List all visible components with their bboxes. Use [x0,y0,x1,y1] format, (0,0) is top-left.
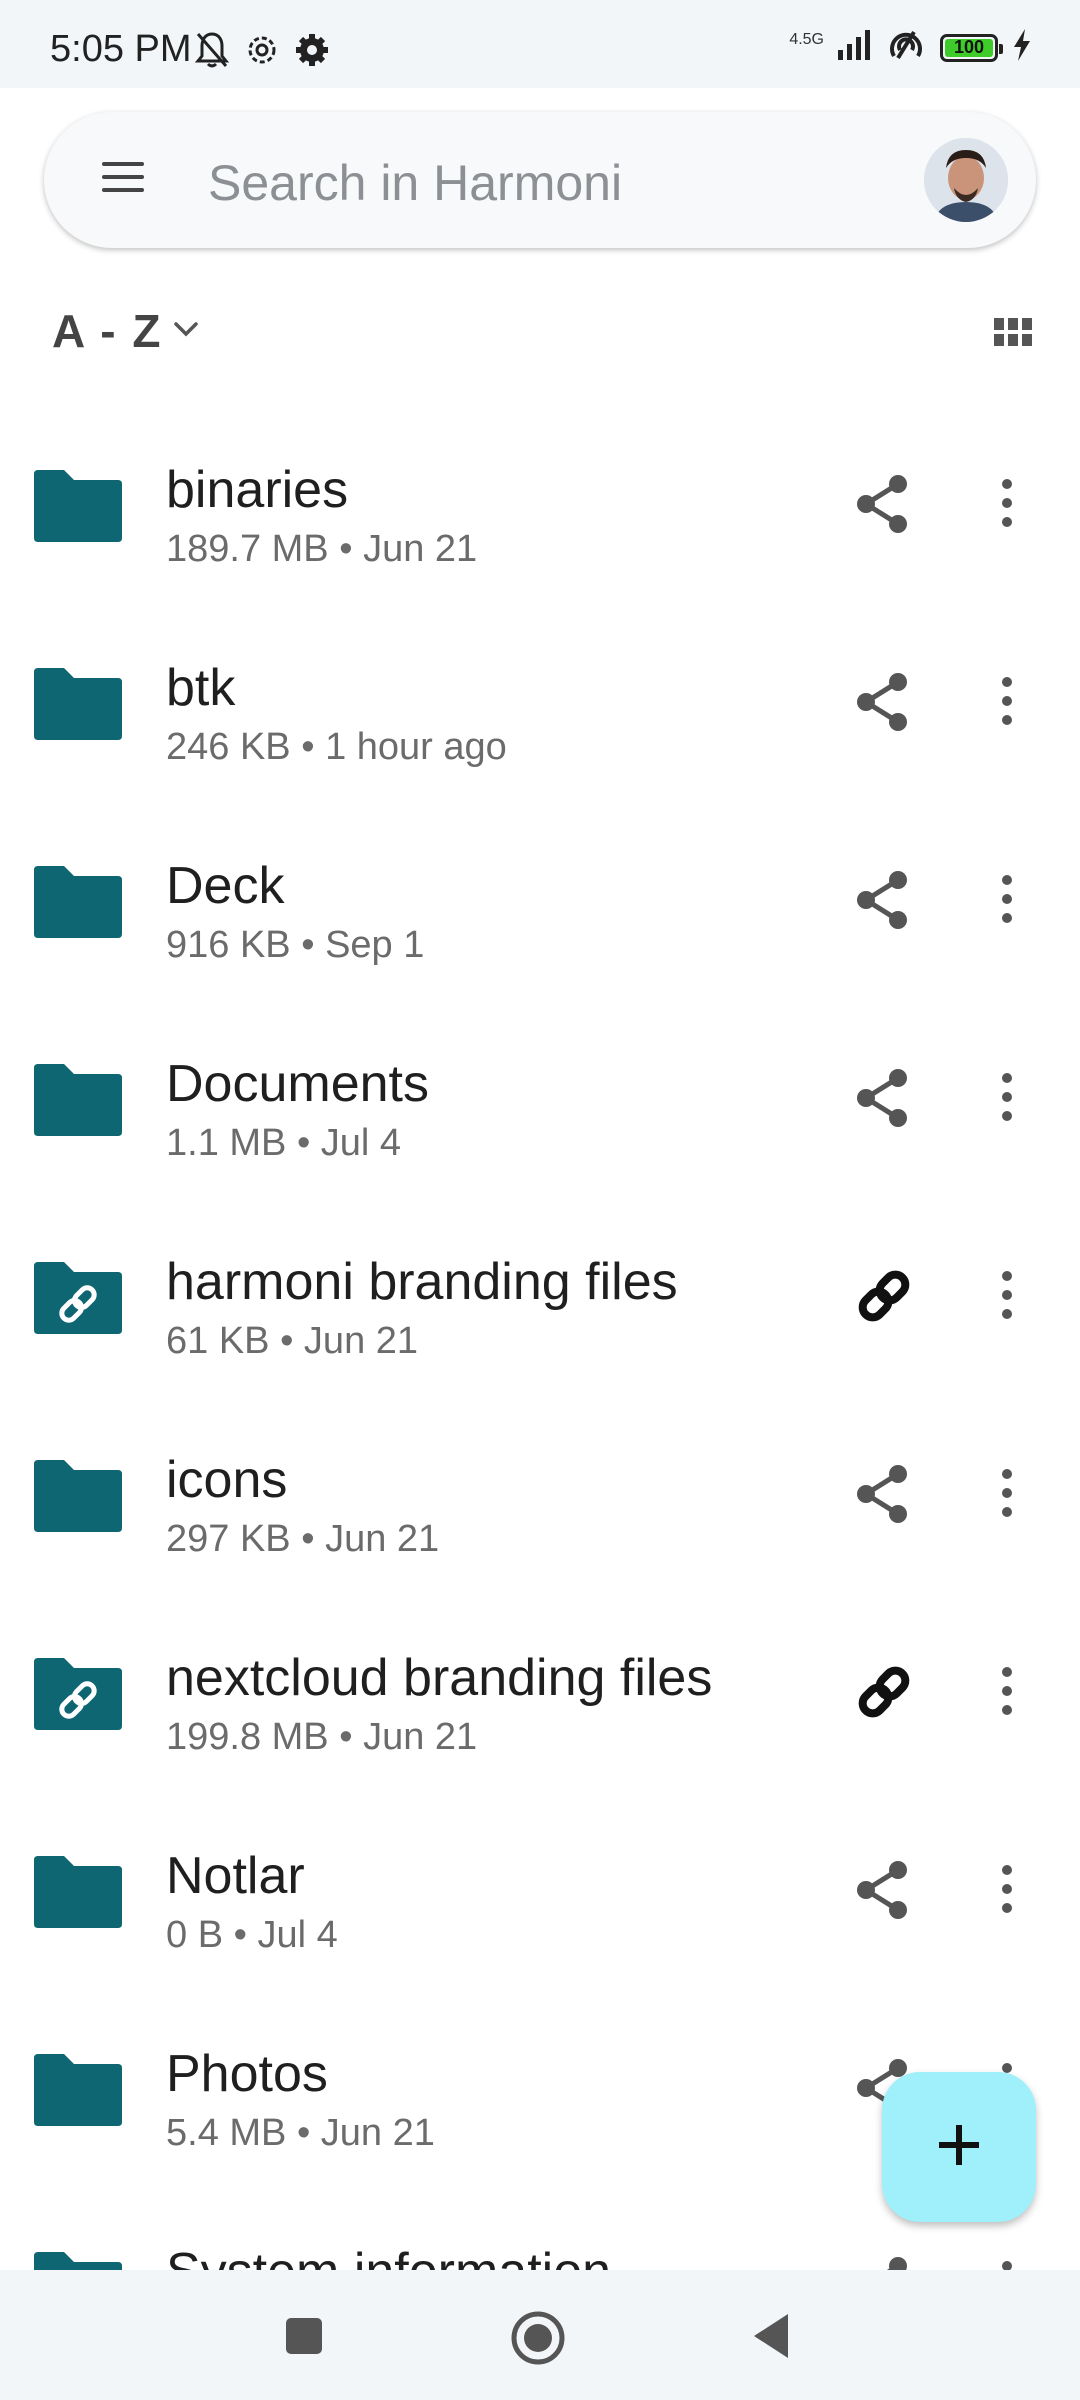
settings-cog-icon [244,30,280,75]
status-bar: 5:05 PM 4.5G 100 [0,0,1080,88]
share-icon[interactable] [854,2256,910,2270]
hotspot-icon [886,28,926,67]
share-icon[interactable] [854,1860,910,1925]
grid-view-icon[interactable] [994,318,1032,351]
file-row[interactable]: nextcloud branding files 199.8 MB • Jun … [0,1600,1080,1798]
more-options-icon[interactable] [1000,1666,1014,1721]
plus-icon [937,2123,981,2172]
more-options-icon[interactable] [1000,676,1014,731]
file-meta: 5.4 MB • Jun 21 [166,2112,435,2154]
share-icon[interactable] [854,870,910,935]
folder-icon [30,1062,124,1143]
file-list: binaries 189.7 MB • Jun 21 btk 246 KB • … [0,412,1080,2270]
file-row[interactable]: harmoni branding files 61 KB • Jun 21 [0,1204,1080,1402]
link-icon[interactable] [854,1266,914,1331]
share-icon[interactable] [854,672,910,737]
folder-icon [30,2250,124,2270]
file-name: binaries [166,461,349,519]
folder-icon [30,1458,124,1539]
more-options-icon[interactable] [1000,2260,1014,2270]
more-options-icon[interactable] [1000,1468,1014,1523]
file-row[interactable]: Deck 916 KB • Sep 1 [0,808,1080,1006]
file-meta: 0 B • Jul 4 [166,1914,338,1956]
file-row[interactable]: Notlar 0 B • Jul 4 [0,1798,1080,1996]
status-right: 4.5G 100 [789,28,1032,67]
more-options-icon[interactable] [1000,1072,1014,1127]
file-row[interactable]: btk 246 KB • 1 hour ago [0,610,1080,808]
file-meta: 297 KB • Jun 21 [166,1518,440,1560]
add-button[interactable] [882,2072,1036,2222]
share-icon[interactable] [854,1068,910,1133]
more-options-icon[interactable] [1000,478,1014,533]
link-icon[interactable] [854,1662,914,1727]
gear-icon [294,30,330,75]
file-row[interactable]: binaries 189.7 MB • Jun 21 [0,412,1080,610]
more-options-icon[interactable] [1000,1864,1014,1919]
file-meta: 199.8 MB • Jun 21 [166,1716,478,1758]
chevron-down-icon [173,320,199,343]
file-meta: 61 KB • Jun 21 [166,1320,419,1362]
status-time: 5:05 PM [50,28,192,70]
network-type: 4.5G [789,30,824,48]
shared-link-folder-icon [30,1656,124,1737]
file-name: Photos [166,2045,328,2103]
file-name: System information [166,2242,611,2270]
bell-off-icon [194,30,230,75]
file-meta: 1.1 MB • Jul 4 [166,1122,402,1164]
file-name: icons [166,1451,288,1509]
battery-icon: 100 [940,33,1003,62]
folder-icon [30,1854,124,1935]
more-options-icon[interactable] [1000,1270,1014,1325]
file-row[interactable]: icons 297 KB • Jun 21 [0,1402,1080,1600]
battery-tip [999,43,1003,54]
file-name: harmoni branding files [166,1253,678,1311]
more-options-icon[interactable] [1000,874,1014,929]
hamburger-menu-icon[interactable] [102,160,144,199]
file-name: Notlar [166,1847,305,1905]
battery-level: 100 [953,37,985,57]
folder-icon [30,864,124,945]
search-input[interactable]: Search in Harmoni [208,154,622,212]
file-meta: 189.7 MB • Jun 21 [166,528,478,570]
file-meta: 246 KB • 1 hour ago [166,726,507,768]
navigation-bar [0,2270,1080,2400]
folder-icon [30,2052,124,2133]
share-icon[interactable] [854,1464,910,1529]
sort-selector[interactable]: A - Z [52,304,199,358]
folder-icon [30,468,124,549]
charging-icon [1012,29,1032,66]
file-name: btk [166,659,236,717]
file-meta: 916 KB • Sep 1 [166,924,425,966]
share-icon[interactable] [854,474,910,539]
home-icon[interactable] [510,2310,566,2371]
avatar[interactable] [924,138,1008,222]
file-name: nextcloud branding files [166,1649,713,1707]
search-bar[interactable]: Search in Harmoni [44,112,1036,248]
back-icon[interactable] [752,2312,792,2365]
sort-label: A - Z [52,305,163,357]
recent-apps-icon[interactable] [284,2316,324,2361]
file-name: Deck [166,857,285,915]
status-left-icons [194,30,330,75]
file-name: Documents [166,1055,429,1113]
folder-icon [30,666,124,747]
file-row[interactable]: Documents 1.1 MB • Jul 4 [0,1006,1080,1204]
shared-link-folder-icon [30,1260,124,1341]
signal-icon [838,30,872,65]
